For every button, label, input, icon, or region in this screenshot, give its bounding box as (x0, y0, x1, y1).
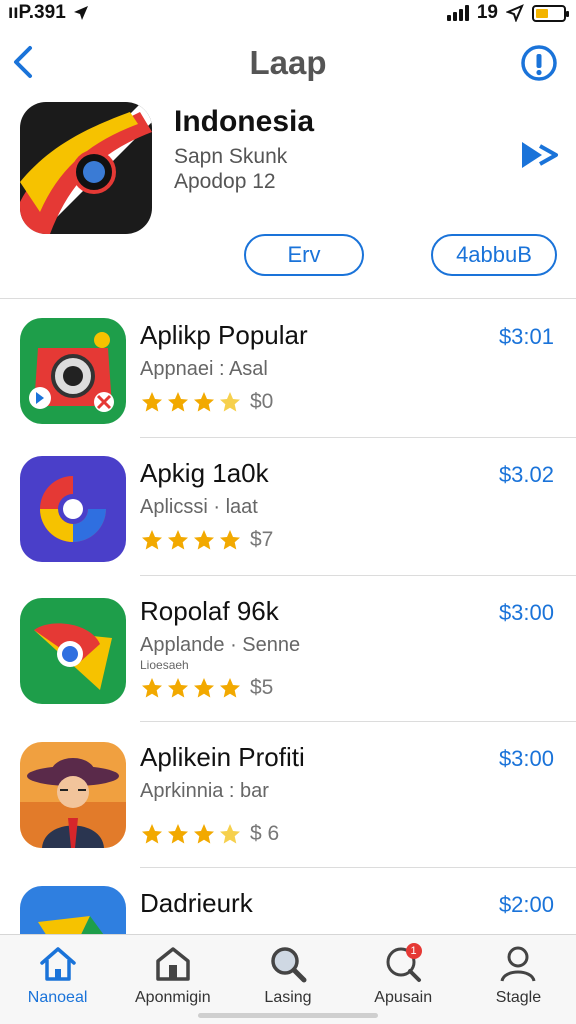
rating-text: $5 (250, 676, 274, 699)
price-button[interactable]: $3:00 (499, 600, 554, 626)
search-icon (271, 947, 307, 983)
tab-label: Stagle (495, 989, 542, 1006)
home-indicator (198, 1013, 378, 1018)
star-icon (142, 678, 162, 698)
price-button[interactable]: $3.02 (499, 462, 554, 488)
triangle-app-icon (20, 886, 126, 934)
price-button[interactable]: $2:00 (499, 892, 554, 918)
store-icon (156, 947, 190, 981)
price-button[interactable]: $3:00 (499, 746, 554, 772)
list-item[interactable]: Dadrieurk $2:00 (0, 868, 576, 934)
price-button[interactable]: $3:01 (499, 324, 554, 350)
page-title: Laap (249, 44, 327, 81)
list-item[interactable]: Ropolaf 96k Applande · Senne Lioesaeh $5… (0, 576, 576, 722)
status-bar: ııP.391 19 (0, 0, 576, 28)
nav-bar: Laap (0, 36, 576, 92)
tab-bar: Nanoeal Aponmigin Lasing 1 Apusain Stagl… (0, 934, 576, 1024)
featured-app-name: Indonesia (174, 105, 315, 138)
tab-label: Apusain (374, 989, 433, 1006)
star-icon (194, 678, 214, 698)
info-icon[interactable] (520, 44, 558, 82)
list-item[interactable]: Aplikp Popular Appnaei : Asal $0 $3:01 (0, 300, 576, 438)
star-icon (168, 530, 188, 550)
send-icon (506, 4, 524, 22)
camera-app-icon (20, 318, 126, 424)
app-name: Dadrieurk (140, 888, 253, 918)
map-pin-app-icon (20, 598, 126, 704)
location-arrow-icon (73, 6, 88, 20)
featured-app-subtitle: Sapn Skunk (174, 145, 288, 168)
star-icon (142, 392, 162, 412)
app-name: Ropolaf 96k (140, 596, 279, 626)
star-icon (142, 824, 162, 844)
notification-badge: 1 (405, 943, 422, 959)
star-icon (194, 824, 214, 844)
battery-icon (532, 4, 569, 22)
featured-app-icon[interactable] (20, 102, 152, 234)
portrait-app-icon (20, 742, 126, 848)
tab-store[interactable]: Aponmigin (115, 935, 230, 1024)
star-icon (142, 530, 162, 550)
star-icon (220, 678, 240, 698)
rating-text: $ 6 (250, 822, 280, 845)
section-divider (0, 298, 576, 299)
tab-label: Nanoeal (27, 989, 88, 1006)
app-name: Aplikp Popular (140, 320, 308, 350)
app-subtitle: Aplicssi · laat (140, 496, 258, 518)
time-text: 19 (476, 2, 498, 23)
app-rating: $0 (140, 390, 273, 414)
app-subtitle-secondary: Lioesaeh (140, 658, 189, 672)
featured-left-button[interactable]: Erv (244, 234, 364, 276)
app-rating: $7 (140, 528, 273, 552)
star-icon (194, 392, 214, 412)
tab-chat-search[interactable]: 1 Apusain (346, 935, 461, 1024)
list-item[interactable]: Apkig 1a0k Aplicssi · laat $7 $3.02 (0, 438, 576, 576)
rating-text: $7 (250, 528, 274, 551)
tab-profile[interactable]: Stagle (461, 935, 576, 1024)
star-icon (168, 678, 188, 698)
tab-label: Aponmigin (135, 989, 211, 1006)
swirl-app-icon (20, 456, 126, 562)
app-subtitle: Appnaei : Asal (140, 358, 268, 380)
app-subtitle: Applande · Senne (140, 634, 301, 656)
star-icon (220, 530, 240, 550)
app-name: Apkig 1a0k (140, 458, 269, 488)
play-forward-icon[interactable] (520, 140, 560, 170)
star-icon (220, 824, 240, 844)
carrier-text: ııP.391 (8, 2, 66, 23)
featured-app-version: Apodop 12 (174, 170, 276, 193)
app-subtitle: Aprkinnia : bar (140, 780, 269, 802)
signal-icon (446, 5, 469, 21)
profile-icon (500, 946, 536, 982)
star-icon (168, 392, 188, 412)
star-icon (220, 392, 240, 412)
featured-right-button[interactable]: 4abbuB (431, 234, 557, 276)
rating-text: $0 (250, 390, 274, 413)
app-name: Aplikein Profiti (140, 742, 305, 772)
tab-label: Lasing (264, 989, 312, 1006)
tab-home[interactable]: Nanoeal (0, 935, 115, 1024)
star-icon (168, 824, 188, 844)
app-rating: $ 6 (140, 822, 279, 846)
list-item[interactable]: Aplikein Profiti Aprkinnia : bar $ 6 $3:… (0, 722, 576, 868)
app-rating: $5 (140, 676, 273, 700)
status-left: ııP.391 (8, 2, 90, 24)
home-icon (39, 947, 76, 981)
star-icon (194, 530, 214, 550)
tab-search[interactable]: Lasing (230, 935, 345, 1024)
status-right: 19 (446, 2, 569, 24)
